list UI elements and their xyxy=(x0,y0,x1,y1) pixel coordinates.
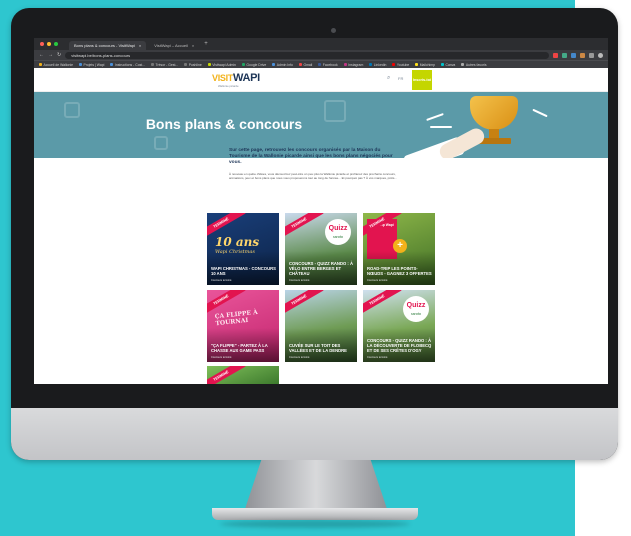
browser-tab-active[interactable]: Bons plans & concours - VisitWapi × xyxy=(69,41,147,50)
tab-title: Bons plans & concours - VisitWapi xyxy=(74,43,135,48)
page-title: Bons plans & concours xyxy=(145,116,303,132)
bookmark[interactable]: Projets | Wapi xyxy=(78,63,104,67)
light-streak xyxy=(426,112,444,122)
close-window-button[interactable] xyxy=(40,42,44,46)
bookmark[interactable]: Facebook xyxy=(318,63,338,67)
contest-card[interactable]: Quizz rando TERMINÉ Concours - Quizz Ran… xyxy=(363,290,435,362)
site-header: VISIT WAPI Wallonie picarde ⌕ FR Inscris… xyxy=(34,68,608,92)
card-meta: Concours terminé xyxy=(289,356,310,359)
light-streak xyxy=(430,126,452,128)
bookmark[interactable]: Accueil de Wallonie xyxy=(39,63,73,67)
badge-text: rando xyxy=(410,311,422,316)
gift-decoration xyxy=(154,136,168,150)
monitor-chin xyxy=(11,408,618,460)
monitor-base xyxy=(212,508,418,520)
quizz-rando-badge: Quizz rando xyxy=(403,296,429,322)
card-meta: Concours terminé xyxy=(211,279,232,282)
monitor-stand xyxy=(244,460,388,512)
bookmark[interactable]: Youtube xyxy=(392,63,409,67)
card-illustration-title: 10 ans xyxy=(215,235,260,249)
card-meta: Concours terminé xyxy=(289,279,310,282)
logo-part-visit: VISIT xyxy=(212,73,234,83)
maximize-window-button[interactable] xyxy=(54,42,58,46)
extension-icon[interactable] xyxy=(580,52,585,58)
extension-icon[interactable] xyxy=(562,52,567,58)
intro-body: À nouveau en quête d'idées, vous découvr… xyxy=(229,172,397,181)
bookmark[interactable]: Instagram xyxy=(343,63,363,67)
bookmark-folder[interactable]: Autres favoris xyxy=(461,63,487,67)
bookmark[interactable]: Admin Info xyxy=(272,63,293,67)
bookmarks-bar: Accueil de Wallonie Projets | Wapi Instr… xyxy=(34,60,608,68)
contest-card[interactable]: Road-Trip Wapi + TERMINÉ Road-Trip Les p… xyxy=(363,213,435,285)
screen: Bons plans & concours - VisitWapi × Visi… xyxy=(34,38,608,384)
bookmark[interactable]: Pushline xyxy=(184,63,202,67)
card-meta: Concours terminé xyxy=(211,356,232,359)
address-bar-row: ← → ↻ visitwapi.be/bons-plans-concours xyxy=(34,50,608,60)
contest-card[interactable]: Quizz rando TERMINÉ Concours - Quizz Ran… xyxy=(285,213,357,285)
card-meta: Concours terminé xyxy=(367,356,388,359)
logo-tagline: Wallonie picarde xyxy=(218,84,239,88)
card-title[interactable]: Cuvée sur le toit des Vallées et de la D… xyxy=(289,343,354,353)
card-title[interactable]: "Ça flippe" - Partez à la chasse aux gam… xyxy=(211,343,276,353)
intro-lead: Sur cette page, retrouvez les concours o… xyxy=(229,148,393,165)
bookmark[interactable]: Google Drive xyxy=(241,63,266,67)
bookmark[interactable]: Mailchimp xyxy=(415,63,435,67)
card-title[interactable]: Concours - Quizz Rando : À la découverte… xyxy=(367,338,432,353)
card-title[interactable]: Concours - Quizz Rando : À vélo entre be… xyxy=(289,261,354,276)
bookmark[interactable]: Instructions - Cost... xyxy=(110,63,145,67)
card-illustration-title: ÇA FLIPPE À TOURNAI xyxy=(214,308,259,328)
bookmark[interactable]: Gmail xyxy=(298,63,312,67)
badge-text: Quizz xyxy=(328,225,348,232)
ended-ribbon: TERMINÉ xyxy=(363,290,402,317)
ended-ribbon: TERMINÉ xyxy=(207,366,246,384)
signup-button[interactable]: Inscris-toi xyxy=(412,70,432,90)
browser-tab[interactable]: VisitWapi – Accueil × xyxy=(149,41,199,50)
extension-icon[interactable] xyxy=(571,52,576,58)
new-tab-button[interactable]: + xyxy=(204,41,208,47)
bookmark[interactable]: Canva xyxy=(441,63,455,67)
contest-grid: 10 ans Wapi Christmas TERMINÉ Wapi Chris… xyxy=(207,213,435,362)
card-meta: Concours terminé xyxy=(367,279,388,282)
quizz-rando-badge: Quizz rando xyxy=(325,219,351,245)
tab-title: VisitWapi – Accueil xyxy=(154,43,188,48)
ended-ribbon: TERMINÉ xyxy=(285,213,324,240)
card-title[interactable]: Road-Trip Les points-Nœuds - Gagnez 3 of… xyxy=(367,266,432,276)
extension-icon[interactable] xyxy=(589,52,594,58)
contest-card-partial[interactable]: TERMINÉ xyxy=(207,366,279,384)
bookmark[interactable]: Linkedin xyxy=(369,63,386,67)
search-icon[interactable]: ⌕ xyxy=(387,75,390,82)
logo-part-wapi: WAPI xyxy=(233,72,260,84)
light-streak xyxy=(532,108,548,118)
contest-card[interactable]: 10 ans Wapi Christmas TERMINÉ Wapi Chris… xyxy=(207,213,279,285)
base-shadow xyxy=(220,520,410,528)
bookmark[interactable]: Visitwapi Admin xyxy=(207,63,236,67)
contest-card[interactable]: TERMINÉ Cuvée sur le toit des Vallées et… xyxy=(285,290,357,362)
badge-text: Quizz xyxy=(406,302,426,309)
minimize-window-button[interactable] xyxy=(47,42,51,46)
ended-ribbon: TERMINÉ xyxy=(285,290,324,317)
close-tab-icon[interactable]: × xyxy=(192,41,194,50)
profile-avatar[interactable] xyxy=(598,52,603,58)
badge-text: rando xyxy=(332,234,344,239)
back-icon[interactable]: ← xyxy=(39,50,44,60)
close-tab-icon[interactable]: × xyxy=(139,41,141,50)
extension-icon[interactable] xyxy=(553,52,558,58)
contest-card[interactable]: ÇA FLIPPE À TOURNAI TERMINÉ "Ça flippe" … xyxy=(207,290,279,362)
trophy-icon xyxy=(470,96,518,130)
bookmark[interactable]: Trésor - Gest... xyxy=(151,63,178,67)
language-selector[interactable]: FR xyxy=(398,76,403,81)
card-title[interactable]: Wapi Christmas - Concours 10 ans xyxy=(211,266,276,276)
forward-icon[interactable]: → xyxy=(48,50,53,60)
site-logo[interactable]: VISIT WAPI xyxy=(212,72,260,84)
browser-tab-bar: Bons plans & concours - VisitWapi × Visi… xyxy=(34,38,608,50)
url-field[interactable]: visitwapi.be/bons-plans-concours xyxy=(65,51,549,59)
reload-icon[interactable]: ↻ xyxy=(57,50,61,60)
intro-section: Sur cette page, retrouvez les concours o… xyxy=(229,148,399,180)
webcam xyxy=(331,28,336,33)
